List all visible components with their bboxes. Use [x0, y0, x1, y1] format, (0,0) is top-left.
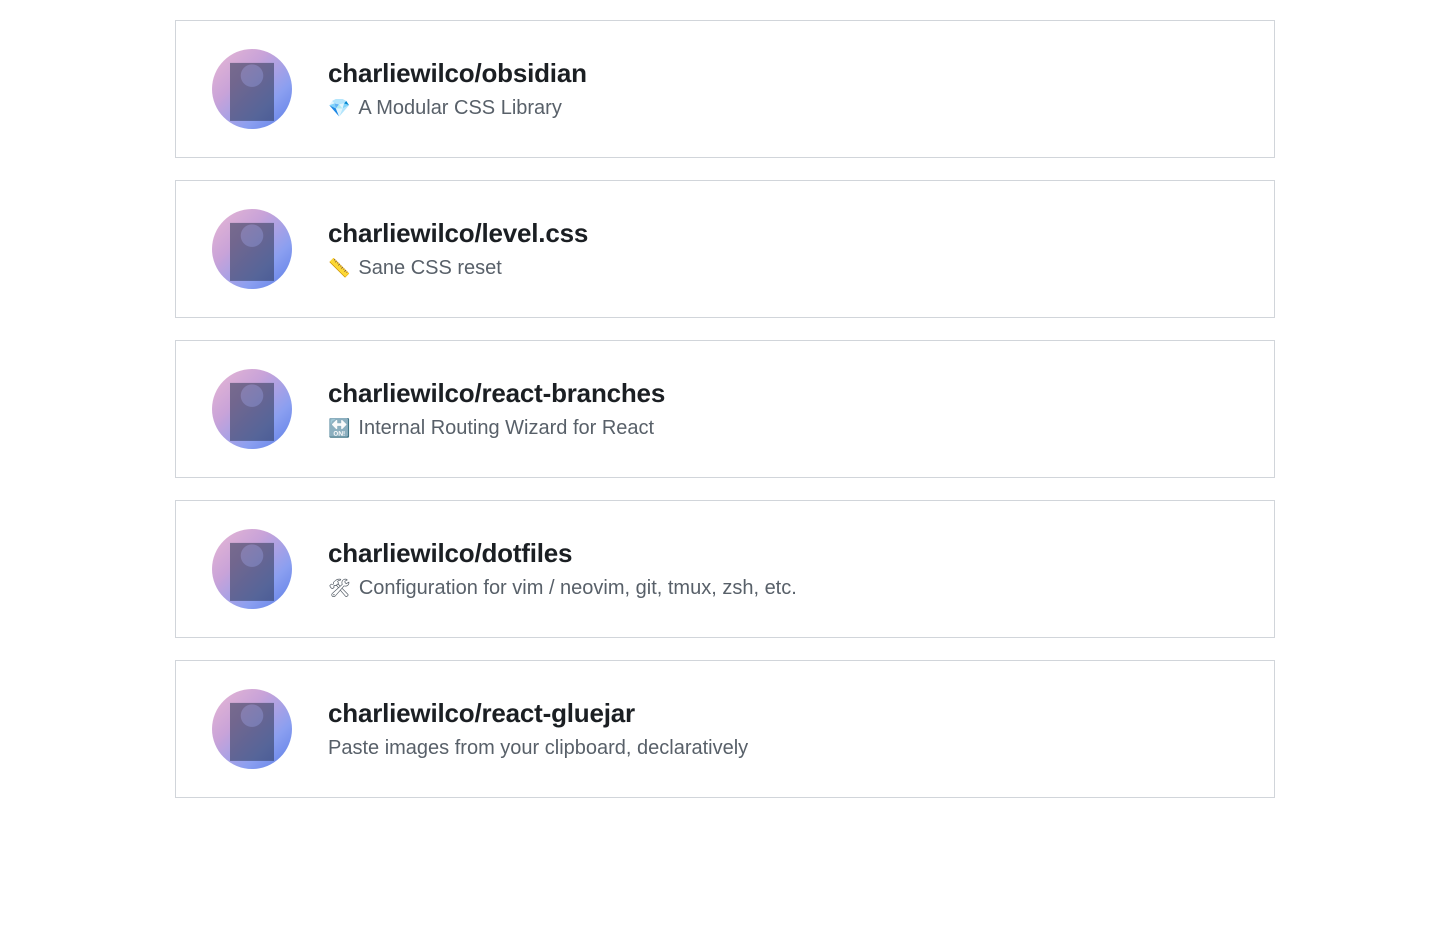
repo-description: 📏 Sane CSS reset [328, 257, 1238, 280]
repo-title[interactable]: charliewilco/obsidian [328, 58, 1238, 89]
avatar [212, 49, 292, 129]
repo-list: charliewilco/obsidian 💎 A Modular CSS Li… [155, 20, 1295, 798]
repo-description-text: Paste images from your clipboard, declar… [328, 737, 748, 760]
repo-description: 💎 A Modular CSS Library [328, 97, 1238, 120]
ruler-icon: 📏 [328, 258, 350, 279]
repo-info: charliewilco/obsidian 💎 A Modular CSS Li… [328, 58, 1238, 120]
on-arrow-icon: 🔛 [328, 418, 350, 439]
repo-title[interactable]: charliewilco/react-gluejar [328, 698, 1238, 729]
repo-info: charliewilco/react-gluejar Paste images … [328, 698, 1238, 760]
repo-title[interactable]: charliewilco/react-branches [328, 378, 1238, 409]
avatar [212, 369, 292, 449]
repo-description: 🛠 Configuration for vim / neovim, git, t… [328, 577, 1238, 600]
repo-description: 🔛 Internal Routing Wizard for React [328, 417, 1238, 440]
repo-description-text: Internal Routing Wizard for React [358, 417, 654, 440]
repo-title[interactable]: charliewilco/dotfiles [328, 538, 1238, 569]
repo-card[interactable]: charliewilco/react-gluejar Paste images … [175, 660, 1275, 798]
repo-info: charliewilco/dotfiles 🛠 Configuration fo… [328, 538, 1238, 600]
repo-card[interactable]: charliewilco/level.css 📏 Sane CSS reset [175, 180, 1275, 318]
repo-description-text: Configuration for vim / neovim, git, tmu… [359, 577, 797, 600]
repo-info: charliewilco/react-branches 🔛 Internal R… [328, 378, 1238, 440]
repo-description-text: A Modular CSS Library [358, 97, 561, 120]
repo-card[interactable]: charliewilco/dotfiles 🛠 Configuration fo… [175, 500, 1275, 638]
hammer-wrench-icon: 🛠 [328, 578, 351, 599]
avatar [212, 209, 292, 289]
repo-description-text: Sane CSS reset [358, 257, 501, 280]
avatar [212, 529, 292, 609]
repo-info: charliewilco/level.css 📏 Sane CSS reset [328, 218, 1238, 280]
repo-description: Paste images from your clipboard, declar… [328, 737, 1238, 760]
repo-card[interactable]: charliewilco/react-branches 🔛 Internal R… [175, 340, 1275, 478]
repo-title[interactable]: charliewilco/level.css [328, 218, 1238, 249]
repo-card[interactable]: charliewilco/obsidian 💎 A Modular CSS Li… [175, 20, 1275, 158]
gem-icon: 💎 [328, 98, 350, 119]
avatar [212, 689, 292, 769]
